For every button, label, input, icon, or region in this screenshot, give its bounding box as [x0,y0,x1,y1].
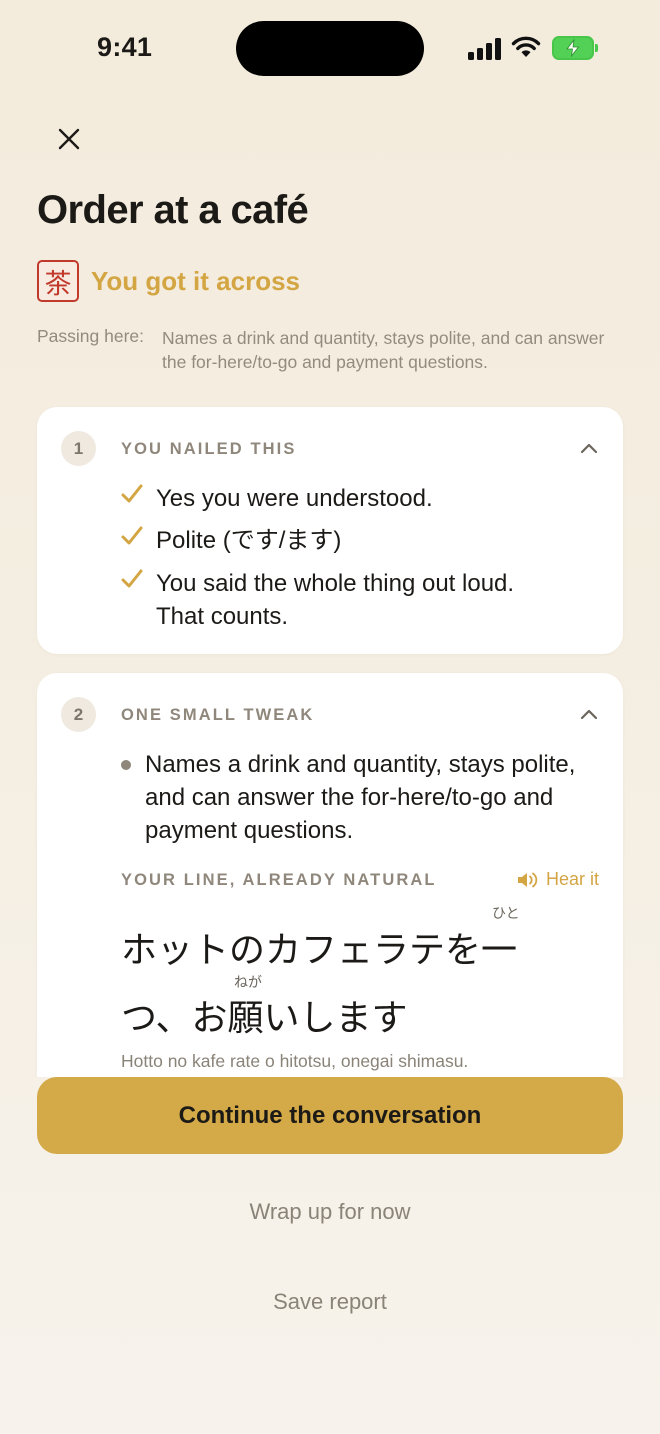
list-item: Yes you were understood. [121,482,433,515]
furigana-hito: ひと [492,906,520,922]
tweak-text: Names a drink and quantity, stays polite… [145,751,576,844]
section-number-badge: 2 [61,697,96,732]
status-bar: 9:41 [0,0,660,100]
hear-it-button[interactable]: Hear it [516,869,599,890]
wrap-up-button[interactable]: Wrap up for now [0,1199,660,1225]
tea-seal-icon: 茶 [37,260,79,302]
signal-icon [468,38,502,60]
section-heading: YOU NAILED THIS [121,440,297,458]
list-item: You said the whole thing out loud. That … [121,567,581,633]
status-time: 9:41 [97,32,153,62]
list-item: Polite (です/ます) [121,524,341,557]
feedback-card-nailed: 1 YOU NAILED THIS Yes you were understoo… [37,407,623,654]
feedback-scroll-area[interactable]: 1 YOU NAILED THIS Yes you were understoo… [0,380,660,1077]
bullet-icon [121,760,131,770]
page-title: Order at a café [37,188,309,232]
natural-line-label: YOUR LINE, ALREADY NATURAL [121,871,437,889]
section-number-badge: 1 [61,431,96,466]
check-item-text: Yes you were understood. [156,485,433,512]
checkmark-icon [121,526,143,545]
close-icon [58,128,80,150]
romaji-text: Hotto no kafe rate o hitotsu, onegai shi… [121,1051,469,1071]
japanese-line-2: つ、お願いします [121,998,408,1039]
result-text: You got it across [91,266,300,296]
continue-conversation-button[interactable]: Continue the conversation [37,1077,623,1154]
passing-criteria: Names a drink and quantity, stays polite… [162,328,605,372]
feedback-card-tweak: 2 ONE SMALL TWEAK Names a drink and quan… [37,673,623,1077]
save-report-button[interactable]: Save report [0,1289,660,1315]
check-item-text: Polite (です/ます) [156,527,342,554]
wifi-icon [511,36,541,57]
hear-it-label: Hear it [545,869,599,889]
chevron-up-icon[interactable] [579,439,599,459]
section-heading: ONE SMALL TWEAK [121,706,315,724]
close-button[interactable] [50,120,88,158]
list-item: Names a drink and quantity, stays polite… [121,748,601,847]
passing-label: Passing here: [37,326,145,346]
japanese-line-1: ホットのカフェラテを一 [121,930,518,971]
speaker-icon [517,872,538,887]
checkmark-icon [121,484,143,503]
check-item-text: You said the whole thing out loud. That … [156,570,515,630]
battery-charging-icon [552,36,598,60]
chevron-up-icon[interactable] [579,705,599,725]
dynamic-island [236,21,424,76]
checkmark-icon [121,569,143,588]
